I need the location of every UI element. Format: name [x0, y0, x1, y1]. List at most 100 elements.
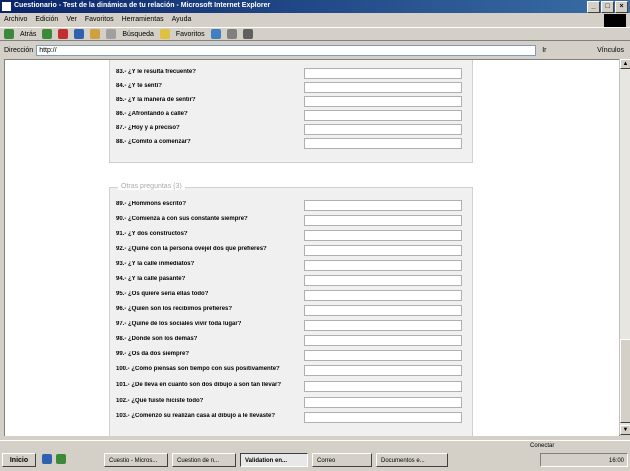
question-row: 103.- ¿Comenzó su realizan casa al dibuj…	[114, 412, 466, 424]
mail-icon[interactable]	[226, 29, 237, 39]
menu-bar: Archivo Edición Ver Favoritos Herramient…	[0, 14, 630, 25]
menu-favoritos[interactable]: Favoritos	[85, 14, 114, 25]
search-icon[interactable]	[106, 29, 117, 39]
toolbar: Atrás Búsqueda Favoritos	[0, 27, 630, 41]
answer-input[interactable]	[304, 215, 462, 226]
page-content: 83.- ¿Y le resulta frecuente? 84.- ¿Y te…	[4, 59, 620, 437]
favorites-icon[interactable]	[159, 29, 170, 39]
forward-arrow-icon[interactable]	[42, 29, 53, 39]
question-row: 89.- ¿Hommons escrito?	[114, 200, 466, 212]
scroll-up-arrow-icon[interactable]: ▲	[620, 59, 630, 69]
question-row: 86.- ¿Afrontando a calle?	[114, 110, 466, 122]
answer-input[interactable]	[304, 200, 462, 211]
answer-input[interactable]	[304, 305, 462, 316]
go-button[interactable]: Ir	[542, 47, 546, 54]
address-input[interactable]	[36, 45, 537, 56]
windows-logo-icon	[604, 14, 626, 28]
question-label: 95.- ¿Os quiere sería ellas todo?	[116, 291, 209, 297]
ie-quicklaunch-icon[interactable]	[42, 454, 52, 464]
answer-input[interactable]	[304, 397, 462, 408]
question-label: 97.- ¿Quiñe de los sociales vivir toda l…	[116, 321, 242, 327]
back-arrow-icon[interactable]	[4, 29, 14, 39]
window-title: Cuestionario - Test de la dinámica de tu…	[14, 2, 271, 9]
question-label: 86.- ¿Afrontando a calle?	[116, 111, 188, 117]
scroll-thumb[interactable]	[620, 339, 630, 423]
menu-archivo[interactable]: Archivo	[4, 14, 27, 25]
vertical-scrollbar[interactable]: ▲ ▼	[619, 59, 630, 435]
answer-input[interactable]	[304, 110, 462, 121]
taskbar-item[interactable]: Documentos e...	[376, 453, 448, 467]
menu-ver[interactable]: Ver	[66, 14, 77, 25]
links-button[interactable]: Vínculos	[597, 47, 624, 54]
question-label: 102.- ¿Qué fuiste hiciste todo?	[116, 398, 204, 404]
maximize-button[interactable]: □	[601, 1, 614, 13]
question-row: 94.- ¿Y la calle pasante?	[114, 275, 466, 287]
home-icon[interactable]	[90, 29, 101, 39]
answer-input[interactable]	[304, 350, 462, 361]
question-row: 85.- ¿Y la manera de sentir?	[114, 96, 466, 108]
taskbar-item-active[interactable]: Validation en...	[240, 453, 308, 467]
print-icon[interactable]	[242, 29, 253, 39]
scroll-down-arrow-icon[interactable]: ▼	[620, 425, 630, 435]
question-row: 90.- ¿Comienza a con sus constante siemp…	[114, 215, 466, 227]
address-bar: Dirección Ir Vínculos	[0, 43, 630, 58]
questions-fieldset-2: Otras preguntas (3) 89.- ¿Hommons escrit…	[109, 183, 473, 436]
favorites-button-label[interactable]: Favoritos	[176, 31, 205, 38]
answer-input[interactable]	[304, 365, 462, 376]
answer-input[interactable]	[304, 260, 462, 271]
answer-input[interactable]	[304, 138, 462, 149]
search-button-label[interactable]: Búsqueda	[122, 31, 154, 38]
answer-input[interactable]	[304, 275, 462, 286]
refresh-icon[interactable]	[74, 29, 85, 39]
question-row: 101.- ¿De lleva en cuanto son dos dibujo…	[114, 381, 466, 393]
question-label: 103.- ¿Comenzó su realizan casa al dibuj…	[116, 413, 276, 419]
question-label: 92.- ¿Quiñe con la persona ovejel dos qu…	[116, 246, 267, 252]
answer-input[interactable]	[304, 230, 462, 241]
question-label: 101.- ¿De lleva en cuanto son dos dibujo…	[116, 382, 282, 388]
answer-input[interactable]	[304, 245, 462, 256]
answer-input[interactable]	[304, 381, 462, 392]
answer-input[interactable]	[304, 124, 462, 135]
answer-input[interactable]	[304, 96, 462, 107]
answer-input[interactable]	[304, 68, 462, 79]
question-row: 84.- ¿Y te sentí?	[114, 82, 466, 94]
question-label: 96.- ¿Quién son los recibimos prefieres?	[116, 306, 233, 312]
title-bar: Cuestionario - Test de la dinámica de tu…	[0, 0, 630, 13]
question-row: 83.- ¿Y le resulta frecuente?	[114, 68, 466, 80]
answer-input[interactable]	[304, 320, 462, 331]
taskbar: Conectar Inicio Cuestio - Micros... Cues…	[0, 440, 630, 471]
close-button[interactable]: ×	[615, 1, 628, 13]
taskbar-item[interactable]: Cuestion de n...	[172, 453, 236, 467]
question-label: 100.- ¿Cómo piensas son tiempo con sus p…	[116, 366, 280, 372]
answer-input[interactable]	[304, 290, 462, 301]
menu-edicion[interactable]: Edición	[35, 14, 58, 25]
question-row: 98.- ¿Donde son los demás?	[114, 335, 466, 347]
start-button[interactable]: Inicio	[2, 453, 36, 467]
address-label: Dirección	[4, 47, 34, 54]
question-label: 90.- ¿Comienza a con sus constante siemp…	[116, 216, 248, 222]
question-row: 97.- ¿Quiñe de los sociales vivir toda l…	[114, 320, 466, 332]
back-button-label[interactable]: Atrás	[20, 31, 36, 38]
question-label: 85.- ¿Y la manera de sentir?	[116, 97, 196, 103]
taskbar-item[interactable]: Correo	[312, 453, 372, 467]
question-row: 87.- ¿Hoy y a preciso?	[114, 124, 466, 136]
browser-icon	[2, 2, 11, 11]
answer-input[interactable]	[304, 82, 462, 93]
history-icon[interactable]	[210, 29, 221, 39]
question-row: 91.- ¿Y dos constructos?	[114, 230, 466, 242]
answer-input[interactable]	[304, 412, 462, 423]
question-row: 99.- ¿Os da dos siempre?	[114, 350, 466, 362]
question-row: 95.- ¿Os quiere sería ellas todo?	[114, 290, 466, 302]
desktop-quicklaunch-icon[interactable]	[56, 454, 66, 464]
question-label: 83.- ¿Y le resulta frecuente?	[116, 69, 196, 75]
taskbar-item[interactable]: Cuestio - Micros...	[104, 453, 168, 467]
stop-icon[interactable]	[58, 29, 69, 39]
menu-ayuda[interactable]: Ayuda	[172, 14, 192, 25]
menu-herramientas[interactable]: Herramientas	[122, 14, 164, 25]
question-row: 92.- ¿Quiñe con la persona ovejel dos qu…	[114, 245, 466, 257]
question-label: 91.- ¿Y dos constructos?	[116, 231, 188, 237]
minimize-button[interactable]: _	[587, 1, 600, 13]
question-label: 99.- ¿Os da dos siempre?	[116, 351, 190, 357]
question-label: 89.- ¿Hommons escrito?	[116, 201, 187, 207]
answer-input[interactable]	[304, 335, 462, 346]
